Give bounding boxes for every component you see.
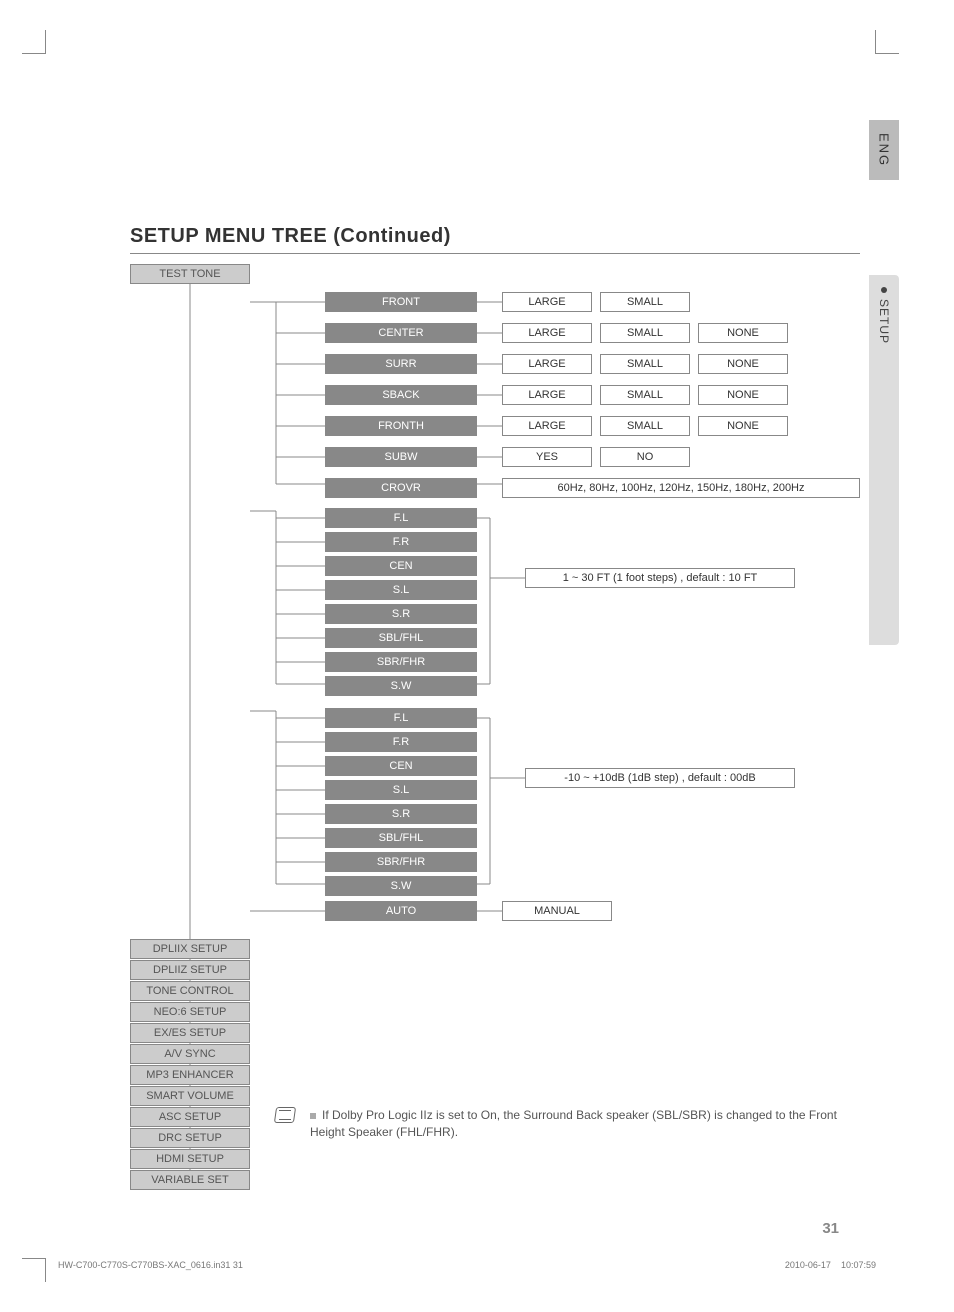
spk-size-param: CENTER [325, 323, 477, 343]
spk-size-param: FRONTH [325, 416, 477, 436]
channel: F.L [325, 708, 477, 728]
menu-item: TONE CONTROL [130, 981, 250, 1001]
menu-item: VARIABLE SET [130, 1170, 250, 1190]
menu-test-tone: TEST TONE [130, 264, 250, 284]
option: SMALL [600, 385, 690, 405]
menu-item: DPLIIX SETUP [130, 939, 250, 959]
menu-item: A/V SYNC [130, 1044, 250, 1064]
distance-range: 1 ~ 30 FT (1 foot steps) , default : 10 … [525, 568, 795, 588]
option: LARGE [502, 323, 592, 343]
spk-size-param: CROVR [325, 478, 477, 498]
channel: S.R [325, 604, 477, 624]
menu-item: EX/ES SETUP [130, 1023, 250, 1043]
option: NONE [698, 416, 788, 436]
spk-size-param: FRONT [325, 292, 477, 312]
menu-item: SMART VOLUME [130, 1086, 250, 1106]
option: SMALL [600, 292, 690, 312]
title-rule [130, 253, 860, 254]
option: LARGE [502, 354, 592, 374]
page-title: SETUP MENU TREE (Continued) [130, 225, 451, 248]
channel: S.L [325, 580, 477, 600]
option: LARGE [502, 416, 592, 436]
channel: SBL/FHL [325, 628, 477, 648]
menu-item: ASC SETUP [130, 1107, 250, 1127]
channel: SBR/FHR [325, 852, 477, 872]
option-list: 60Hz, 80Hz, 100Hz, 120Hz, 150Hz, 180Hz, … [502, 478, 860, 498]
crop-mark [22, 30, 46, 54]
option: LARGE [502, 385, 592, 405]
language-tab: ENG [869, 120, 899, 180]
channel: CEN [325, 556, 477, 576]
channel: S.L [325, 780, 477, 800]
channel: F.R [325, 532, 477, 552]
page-number: 31 [822, 1220, 839, 1237]
menu-item: MP3 ENHANCER [130, 1065, 250, 1085]
menu-item: DRC SETUP [130, 1128, 250, 1148]
channel: F.R [325, 732, 477, 752]
crop-mark [22, 1258, 46, 1282]
section-tab: SETUP [869, 275, 899, 645]
option: SMALL [600, 323, 690, 343]
test-tone-opt: MANUAL [502, 901, 612, 921]
option: NONE [698, 385, 788, 405]
channel: S.W [325, 676, 477, 696]
spk-size-param: SURR [325, 354, 477, 374]
option: YES [502, 447, 592, 467]
crop-mark [875, 30, 899, 54]
test-tone-value: AUTO [325, 901, 477, 921]
footnote: If Dolby Pro Logic IIz is set to On, the… [310, 1107, 870, 1141]
spk-size-param: SBACK [325, 385, 477, 405]
menu-item: DPLIIZ SETUP [130, 960, 250, 980]
channel: F.L [325, 508, 477, 528]
channel: S.W [325, 876, 477, 896]
menu-item: NEO:6 SETUP [130, 1002, 250, 1022]
channel: S.R [325, 804, 477, 824]
option: SMALL [600, 354, 690, 374]
channel: SBL/FHL [325, 828, 477, 848]
footer: HW-C700-C770S-C770BS-XAC_0616.in31 31 20… [58, 1260, 876, 1270]
option: NONE [698, 354, 788, 374]
channel: SBR/FHR [325, 652, 477, 672]
spk-size-param: SUBW [325, 447, 477, 467]
footer-time: 10:07:59 [841, 1260, 876, 1270]
footer-date: 2010-06-17 [785, 1260, 831, 1270]
note-icon [274, 1107, 296, 1123]
footer-file: HW-C700-C770S-C770BS-XAC_0616.in31 31 [58, 1260, 243, 1270]
option: SMALL [600, 416, 690, 436]
option: NONE [698, 323, 788, 343]
option: NO [600, 447, 690, 467]
option: LARGE [502, 292, 592, 312]
channel: CEN [325, 756, 477, 776]
menu-item: HDMI SETUP [130, 1149, 250, 1169]
level-range: -10 ~ +10dB (1dB step) , default : 00dB [525, 768, 795, 788]
